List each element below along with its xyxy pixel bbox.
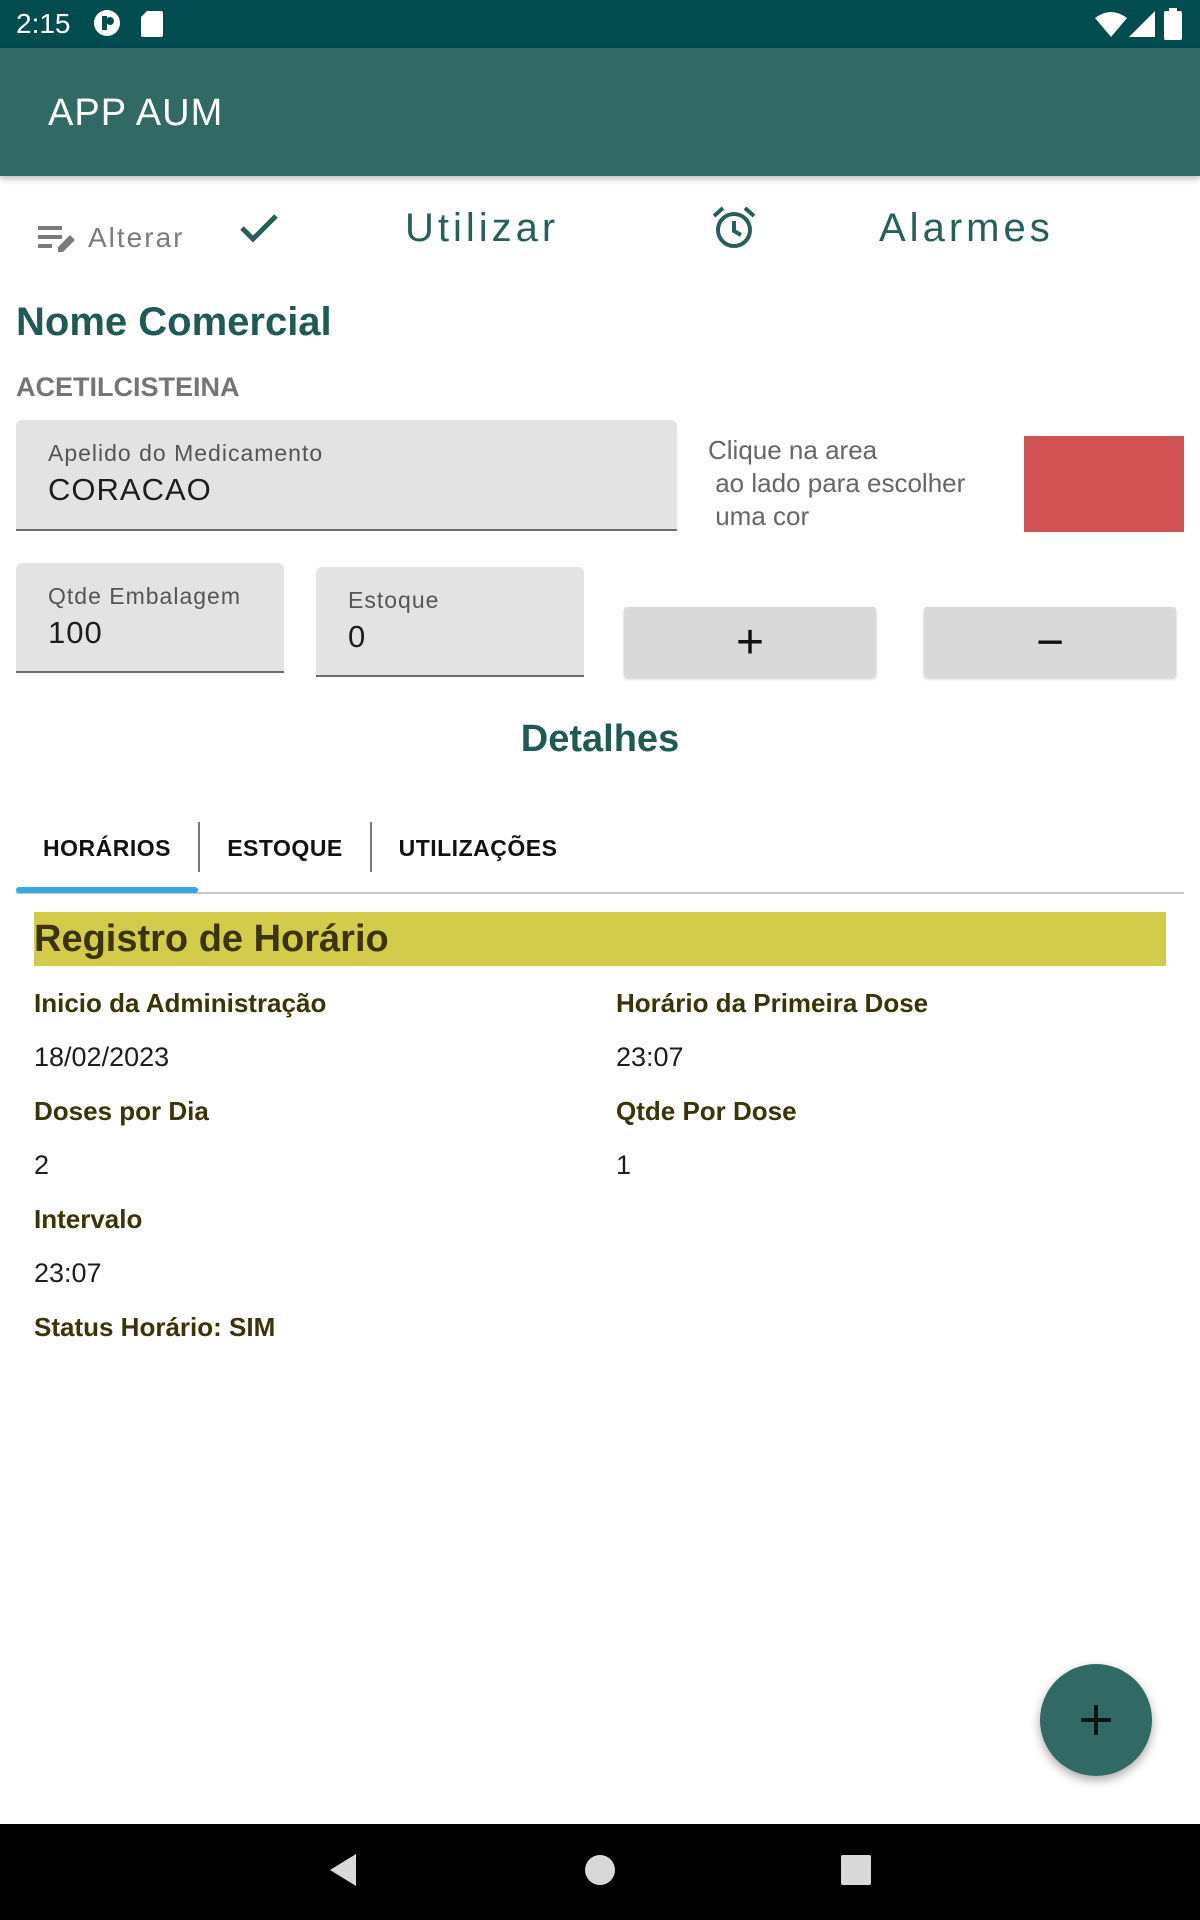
check-icon[interactable] <box>238 210 280 246</box>
primeira-dose-label: Horário da Primeira Dose <box>616 988 929 1018</box>
color-picker-area[interactable] <box>1024 436 1184 532</box>
battery-icon <box>1164 8 1182 40</box>
add-fab-button[interactable] <box>1040 1664 1152 1776</box>
alarmes-button[interactable]: Alarmes <box>879 206 1054 251</box>
details-title: Detalhes <box>520 718 680 760</box>
increment-button[interactable]: + <box>624 607 876 677</box>
estoque-value: 0 <box>348 619 367 654</box>
status-bar: 2:15 <box>0 0 1200 48</box>
status-time: 2:15 <box>16 8 71 39</box>
back-icon[interactable] <box>326 1852 358 1888</box>
wifi-icon <box>1095 12 1127 37</box>
qtde-embalagem-value: 100 <box>48 615 103 650</box>
alterar-label: Alterar <box>88 222 185 253</box>
tab-utilizacoes[interactable]: UTILIZAÇÕES <box>372 820 584 876</box>
inicio-value: 18/02/2023 <box>34 1042 170 1072</box>
record-title: Registro de Horário <box>34 918 389 960</box>
tab-indicator <box>16 887 198 893</box>
decrement-button[interactable]: − <box>924 607 1176 677</box>
primeira-dose-value: 23:07 <box>616 1042 684 1072</box>
plus-icon: + <box>735 615 765 669</box>
alarm-clock-icon[interactable] <box>710 204 758 252</box>
alterar-button[interactable]: Alterar <box>36 214 206 262</box>
sd-card-icon <box>141 11 163 37</box>
estoque-label: Estoque <box>348 587 440 613</box>
inicio-label: Inicio da Administração <box>34 988 327 1018</box>
tab-estoque[interactable]: ESTOQUE <box>200 820 370 876</box>
qtde-embalagem-label: Qtde Embalagem <box>48 583 241 609</box>
color-hint: Clique na area ao lado para escolher uma… <box>708 435 966 531</box>
doses-label: Doses por Dia <box>34 1096 209 1126</box>
recents-icon[interactable] <box>840 1854 872 1886</box>
navigation-bar <box>0 1824 1200 1920</box>
status-horario: Status Horário: SIM <box>34 1312 276 1342</box>
notification-app-icon <box>94 10 120 36</box>
estoque-field[interactable]: Estoque 0 <box>316 567 584 677</box>
doses-value: 2 <box>34 1150 50 1180</box>
edit-note-icon <box>38 226 75 252</box>
qtde-dose-value: 1 <box>616 1150 632 1180</box>
page-title: Nome Comercial <box>16 300 332 344</box>
plus-icon <box>1081 1705 1111 1735</box>
qtde-dose-label: Qtde Por Dose <box>616 1096 797 1126</box>
signal-icon <box>1129 11 1155 37</box>
intervalo-value: 23:07 <box>34 1258 102 1288</box>
intervalo-label: Intervalo <box>34 1204 143 1234</box>
tab-horarios[interactable]: HORÁRIOS <box>16 820 198 876</box>
app-bar: APP AUM <box>0 48 1200 176</box>
apelido-field[interactable]: Apelido do Medicamento CORACAO <box>16 420 677 531</box>
apelido-label: Apelido do Medicamento <box>48 440 324 466</box>
medication-name: ACETILCISTEINA <box>16 372 240 402</box>
utilizar-button[interactable]: Utilizar <box>405 206 559 251</box>
qtde-embalagem-field[interactable]: Qtde Embalagem 100 <box>16 563 284 673</box>
minus-icon: − <box>1035 615 1065 669</box>
app-title: APP AUM <box>48 92 224 134</box>
home-icon[interactable] <box>584 1854 616 1886</box>
apelido-value: CORACAO <box>48 472 212 507</box>
